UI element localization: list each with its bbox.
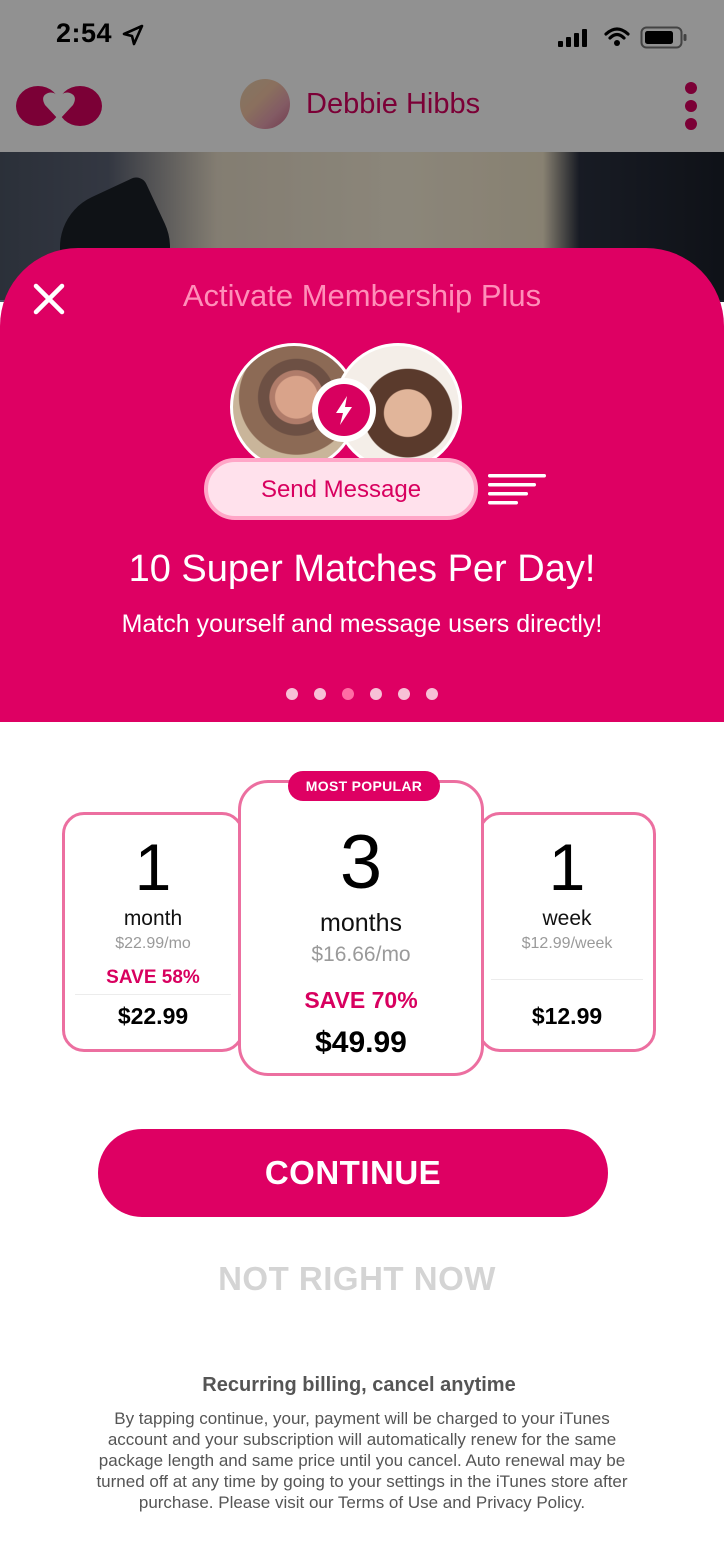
super-match-badge (312, 378, 376, 442)
plan-divider (75, 994, 231, 995)
carousel-dots[interactable] (0, 688, 724, 700)
plan-card-1-month[interactable]: 1 month $22.99/mo SAVE 58% $22.99 (62, 812, 244, 1052)
lines-icon (488, 474, 546, 505)
plan-unit: month (123, 907, 183, 930)
carousel-dot[interactable] (398, 688, 410, 700)
feature-subtitle: Match yourself and message users directl… (121, 610, 603, 638)
plan-divider (491, 979, 643, 980)
carousel-dot[interactable] (314, 688, 326, 700)
plan-rate: $16.66/mo (311, 943, 411, 966)
most-popular-badge: MOST POPULAR (288, 771, 440, 801)
lightning-bolt-icon (336, 396, 352, 425)
plan-card-3-months[interactable]: 3 months $16.66/mo SAVE 70% $49.99 (238, 780, 484, 1076)
plan-save: SAVE 70% (304, 987, 418, 1013)
plan-total: $22.99 (117, 1003, 189, 1029)
feature-headline: 10 Super Matches Per Day! (128, 548, 596, 590)
carousel-dot[interactable] (286, 688, 298, 700)
carousel-dot[interactable] (342, 688, 354, 700)
modal-title: Activate Membership Plus (182, 278, 542, 313)
carousel-dot[interactable] (426, 688, 438, 700)
plan-save: SAVE 58% (106, 967, 200, 988)
plan-total: $12.99 (531, 1003, 603, 1029)
send-message-illustration: Send Message (204, 458, 478, 520)
continue-button[interactable]: CONTINUE (98, 1129, 608, 1217)
plan-card-1-week[interactable]: 1 week $12.99/week $12.99 (478, 812, 656, 1052)
plan-unit: week (542, 907, 592, 930)
billing-title: Recurring billing, cancel anytime (202, 1374, 516, 1396)
plan-rate: $12.99/week (521, 935, 613, 952)
billing-disclaimer: By tapping continue, your, payment will … (96, 1409, 628, 1512)
plan-count: 3 (339, 820, 383, 905)
plan-rate: $22.99/mo (115, 935, 191, 952)
plan-count: 1 (548, 830, 586, 904)
plan-unit: months (320, 909, 402, 937)
plan-total: $49.99 (315, 1026, 407, 1059)
carousel-dot[interactable] (370, 688, 382, 700)
send-message-label: Send Message (260, 476, 422, 503)
plan-count: 1 (134, 830, 172, 904)
not-right-now-button[interactable]: NOT RIGHT NOW (0, 1260, 714, 1298)
screen: 2:54 Debbie Hibbs Activate Membership Pl… (0, 0, 724, 1568)
